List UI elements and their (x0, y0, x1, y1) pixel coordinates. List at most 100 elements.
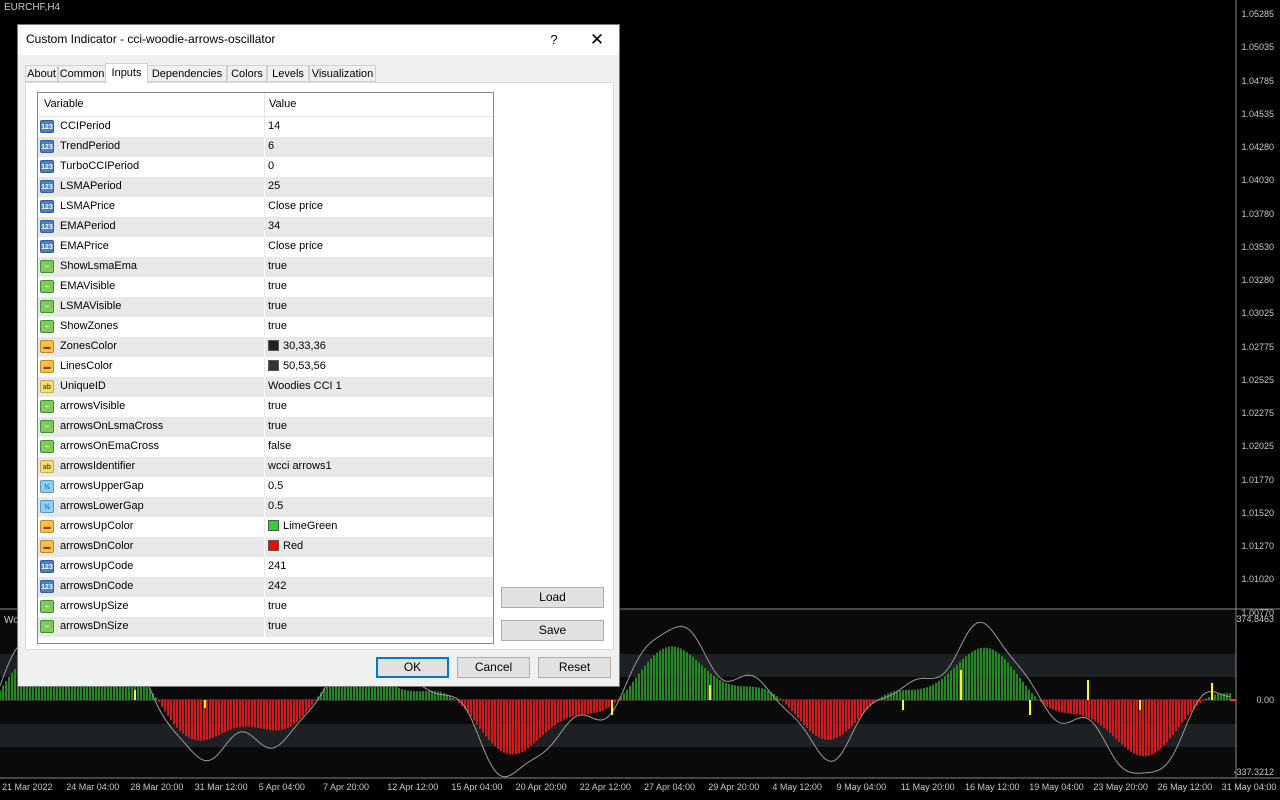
variable-value[interactable]: Close price (268, 200, 323, 212)
tab-visualization[interactable]: Visualization (309, 65, 376, 82)
variable-name: ShowLsmaEma (60, 260, 138, 272)
variable-value[interactable]: 30,33,36 (268, 340, 326, 352)
input-row[interactable]: ~ arrowsUpSize true (38, 597, 493, 617)
variable-value[interactable]: 34 (268, 220, 280, 232)
load-button[interactable]: Load (501, 587, 604, 608)
int-type-icon: 123 (40, 220, 54, 233)
input-row[interactable]: ½ arrowsUpperGap 0.5 (38, 477, 493, 497)
input-row[interactable]: ½ arrowsLowerGap 0.5 (38, 497, 493, 517)
close-button[interactable]: ✕ (585, 29, 609, 51)
tab-about[interactable]: About (25, 65, 58, 82)
value-text: false (268, 440, 292, 452)
input-row[interactable]: ~ LSMAVisible true (38, 297, 493, 317)
date-tick-label: 16 May 12:00 (965, 782, 1020, 792)
price-tick-label: 1.03530 (1241, 241, 1274, 252)
price-tick-label: 1.05285 (1241, 9, 1274, 19)
input-row[interactable]: ~ arrowsOnEmaCross false (38, 437, 493, 457)
cancel-button[interactable]: Cancel (457, 657, 530, 678)
input-row[interactable]: 123 EMAPrice Close price (38, 237, 493, 257)
variable-value[interactable]: Close price (268, 240, 323, 252)
reset-button[interactable]: Reset (538, 657, 611, 678)
ok-button[interactable]: OK (376, 657, 449, 678)
value-text: 242 (268, 580, 287, 592)
price-tick-label: 1.02275 (1241, 408, 1274, 418)
input-row[interactable]: ~ EMAVisible true (38, 277, 493, 297)
variable-value[interactable]: 0 (268, 160, 274, 172)
input-row[interactable]: ▬ LinesColor 50,53,56 (38, 357, 493, 377)
dialog-titlebar[interactable]: Custom Indicator - cci-woodie-arrows-osc… (18, 25, 619, 55)
variable-value[interactable]: true (268, 300, 287, 312)
variable-value[interactable]: 25 (268, 180, 280, 192)
variable-value[interactable]: 50,53,56 (268, 360, 326, 372)
price-tick-label: 1.05035 (1241, 42, 1274, 53)
input-row[interactable]: ~ ShowZones true (38, 317, 493, 337)
date-tick-label: 26 May 12:00 (1157, 782, 1213, 792)
input-row[interactable]: ▬ arrowsUpColor LimeGreen (38, 517, 493, 537)
input-row[interactable]: ▬ ZonesColor 30,33,36 (38, 337, 493, 357)
int-type-icon: 123 (40, 200, 54, 213)
tab-inputs[interactable]: Inputs (105, 63, 148, 84)
int-type-icon: 123 (40, 160, 54, 173)
variable-value[interactable]: true (268, 280, 287, 292)
input-row[interactable]: 123 arrowsDnCode 242 (38, 577, 493, 597)
input-row[interactable]: 123 TrendPeriod 6 (38, 137, 493, 157)
variable-value[interactable]: true (268, 620, 287, 632)
input-row[interactable]: 123 CCIPeriod 14 (38, 117, 493, 137)
variable-name: LSMAPeriod (60, 180, 122, 192)
variable-value[interactable]: 14 (268, 120, 280, 132)
input-row[interactable]: 123 EMAPeriod 34 (38, 217, 493, 237)
variable-value[interactable]: LimeGreen (268, 520, 337, 532)
input-row[interactable]: ab arrowsIdentifier wcci arrows1 (38, 457, 493, 477)
price-tick-label: 1.03025 (1241, 308, 1274, 319)
variable-value[interactable]: 0.5 (268, 480, 283, 492)
oscillator-tick-label: -337.3212 (1233, 767, 1274, 777)
price-tick-label: 1.02775 (1241, 341, 1274, 352)
variable-value[interactable]: wcci arrows1 (268, 460, 332, 472)
input-row[interactable]: 123 LSMAPrice Close price (38, 197, 493, 217)
date-tick-label: 22 Apr 12:00 (579, 782, 631, 792)
int-type-icon: 123 (40, 120, 54, 133)
tab-dependencies[interactable]: Dependencies (147, 65, 227, 82)
variable-name: ShowZones (60, 320, 119, 332)
input-row[interactable]: ~ ShowLsmaEma true (38, 257, 493, 277)
variable-value[interactable]: 241 (268, 560, 286, 572)
variable-value[interactable]: true (268, 260, 287, 272)
column-header-variable[interactable]: Variable (44, 98, 84, 110)
help-button[interactable]: ? (542, 29, 566, 51)
color-swatch (268, 540, 279, 551)
value-text: 0.5 (268, 500, 284, 512)
grid-header: Variable Value (38, 93, 493, 117)
column-header-value[interactable]: Value (269, 98, 296, 110)
input-row[interactable]: ~ arrowsOnLsmaCross true (38, 417, 493, 437)
tab-colors[interactable]: Colors (227, 65, 267, 82)
tab-common[interactable]: Common (58, 65, 106, 82)
variable-name: TrendPeriod (60, 140, 121, 152)
input-row[interactable]: 123 TurboCCIPeriod 0 (38, 157, 493, 177)
input-row[interactable]: ~ arrowsDnSize true (38, 617, 493, 637)
dialog-title: Custom Indicator - cci-woodie-arrows-osc… (26, 32, 276, 46)
variable-value[interactable]: Red (268, 540, 303, 552)
variable-value[interactable]: Woodies CCI 1 (268, 380, 342, 392)
variable-value[interactable]: true (268, 400, 287, 412)
input-row[interactable]: ab UniqueID Woodies CCI 1 (38, 377, 493, 397)
variable-value[interactable]: 6 (268, 140, 274, 152)
variable-value[interactable]: true (268, 600, 287, 612)
input-row[interactable]: 123 LSMAPeriod 25 (38, 177, 493, 197)
variable-value[interactable]: 0.5 (268, 500, 283, 512)
date-tick-label: 28 Mar 20:00 (130, 782, 184, 792)
color-type-icon: ▬ (40, 520, 54, 533)
value-text: true (268, 420, 287, 432)
input-row[interactable]: ~ arrowsVisible true (38, 397, 493, 417)
variable-name: arrowsDnCode (60, 580, 134, 592)
variable-value[interactable]: 242 (268, 580, 286, 592)
variable-value[interactable]: true (268, 320, 287, 332)
variable-value[interactable]: true (268, 420, 287, 432)
color-type-icon: ▬ (40, 340, 54, 353)
input-row[interactable]: 123 arrowsUpCode 241 (38, 557, 493, 577)
tab-levels[interactable]: Levels (267, 65, 309, 82)
date-tick-label: 11 May 20:00 (900, 782, 955, 792)
variable-name: arrowsOnLsmaCross (60, 420, 164, 432)
save-button[interactable]: Save (501, 620, 604, 641)
variable-value[interactable]: false (268, 440, 291, 452)
input-row[interactable]: ▬ arrowsDnColor Red (38, 537, 493, 557)
